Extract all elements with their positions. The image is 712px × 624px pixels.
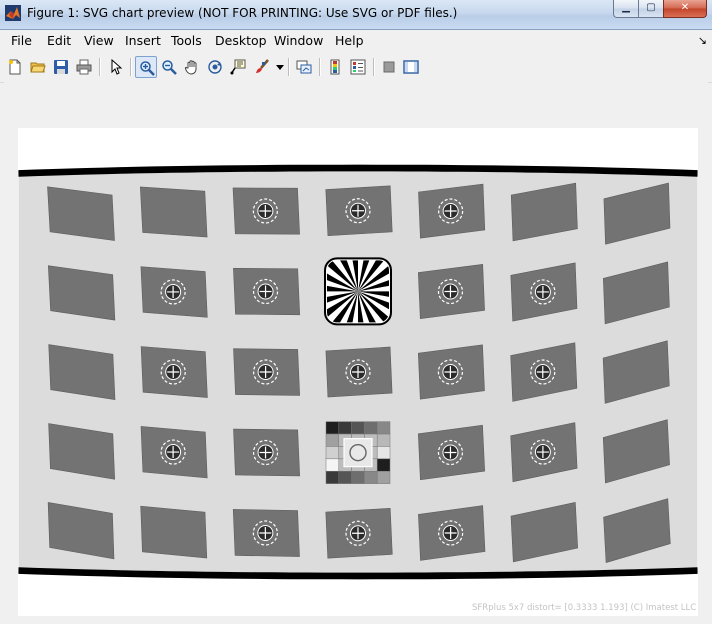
floppy-disk-icon — [54, 60, 68, 74]
edit-plot-button[interactable] — [105, 56, 127, 78]
show-plot-tools-button[interactable] — [400, 56, 422, 78]
maximize-icon: ▢ — [646, 2, 656, 13]
menu-window[interactable]: Window — [274, 33, 323, 48]
grayscale-step-patch — [376, 433, 391, 447]
zoom-out-button[interactable] — [158, 56, 180, 78]
toolbar-separator — [288, 58, 290, 76]
menu-overflow-arrow-icon[interactable]: ↘ — [698, 34, 707, 47]
grayscale-step-patch — [364, 421, 378, 435]
pan-button[interactable] — [181, 56, 203, 78]
link-plot-button[interactable] — [293, 56, 315, 78]
hide-plot-tools-icon — [383, 61, 395, 73]
hand-icon — [184, 60, 197, 75]
grayscale-step-patch — [376, 421, 391, 435]
grayscale-step-patch — [325, 446, 340, 460]
toolbar-separator — [319, 58, 321, 76]
legend-icon — [350, 59, 366, 75]
grayscale-step-patch — [325, 433, 340, 447]
menu-desktop[interactable]: Desktop — [215, 33, 267, 48]
zoom-in-icon — [140, 61, 155, 76]
menu-view[interactable]: View — [84, 33, 114, 48]
chart-canvas[interactable] — [18, 128, 698, 616]
minimize-button[interactable]: ▁ — [613, 0, 639, 18]
toolbar — [0, 52, 712, 83]
menu-bar: File Edit View Insert Tools Desktop Wind… — [0, 30, 712, 52]
grayscale-step-patch — [351, 470, 365, 484]
toolbar-separator — [99, 58, 101, 76]
grayscale-center-patch — [343, 438, 373, 468]
grayscale-step-patch — [376, 446, 391, 460]
grayscale-step-patch — [325, 470, 340, 484]
data-cursor-button[interactable] — [227, 56, 249, 78]
menu-file[interactable]: File — [11, 33, 32, 48]
minimize-icon: ▁ — [622, 2, 630, 13]
rotate-3d-icon — [208, 60, 222, 74]
chart-footnote: SFRplus 5x7 distort= [0.3333 1.193] (C) … — [472, 603, 697, 613]
printer-icon — [76, 59, 92, 75]
menu-help[interactable]: Help — [335, 33, 364, 48]
grayscale-step-patch — [325, 458, 340, 472]
grayscale-step-patch — [376, 458, 391, 472]
close-button[interactable]: ✕ — [663, 0, 707, 18]
arrow-pointer-icon — [111, 59, 123, 75]
print-button[interactable] — [73, 56, 95, 78]
open-file-button[interactable] — [27, 56, 49, 78]
menu-edit[interactable]: Edit — [47, 33, 71, 48]
data-cursor-icon — [230, 59, 246, 75]
slanted-edge-patch — [139, 186, 208, 238]
new-figure-button[interactable] — [4, 56, 26, 78]
hide-plot-tools-button[interactable] — [378, 56, 400, 78]
title-bar: Figure 1: SVG chart preview (NOT FOR PRI… — [0, 0, 712, 30]
brush-button[interactable] — [250, 56, 272, 78]
new-document-icon — [9, 59, 21, 75]
link-plot-icon — [296, 60, 312, 74]
slanted-edge-patch — [47, 265, 116, 321]
close-icon: ✕ — [680, 2, 690, 13]
show-plot-tools-icon — [403, 60, 419, 74]
toolbar-separator — [130, 58, 132, 76]
zoom-out-icon — [162, 60, 177, 75]
rotate-3d-button[interactable] — [204, 56, 226, 78]
window-title: Figure 1: SVG chart preview (NOT FOR PRI… — [27, 6, 458, 20]
brush-icon — [256, 59, 269, 73]
menu-tools[interactable]: Tools — [171, 33, 202, 48]
folder-open-icon — [30, 62, 46, 73]
grayscale-step-patch — [338, 470, 352, 484]
grayscale-step-patch — [376, 470, 391, 484]
insert-legend-button[interactable] — [347, 56, 369, 78]
menu-insert[interactable]: Insert — [125, 33, 161, 48]
toolbar-separator — [373, 58, 375, 76]
matlab-logo-icon — [5, 5, 21, 21]
sfrplus-test-chart — [18, 164, 698, 580]
maximize-button[interactable]: ▢ — [638, 0, 664, 18]
chevron-down-icon — [276, 65, 284, 70]
grayscale-step-patch — [338, 421, 352, 435]
colorbar-icon — [330, 59, 340, 75]
slanted-edge-patch — [140, 505, 208, 559]
save-button[interactable] — [50, 56, 72, 78]
brush-menu-button[interactable] — [272, 56, 284, 78]
zoom-in-button[interactable] — [135, 56, 157, 78]
grayscale-step-patch — [351, 421, 365, 435]
grayscale-step-patch — [364, 470, 378, 484]
slanted-edge-patch — [47, 186, 115, 241]
grayscale-step-patch — [325, 421, 340, 435]
insert-colorbar-button[interactable] — [324, 56, 346, 78]
